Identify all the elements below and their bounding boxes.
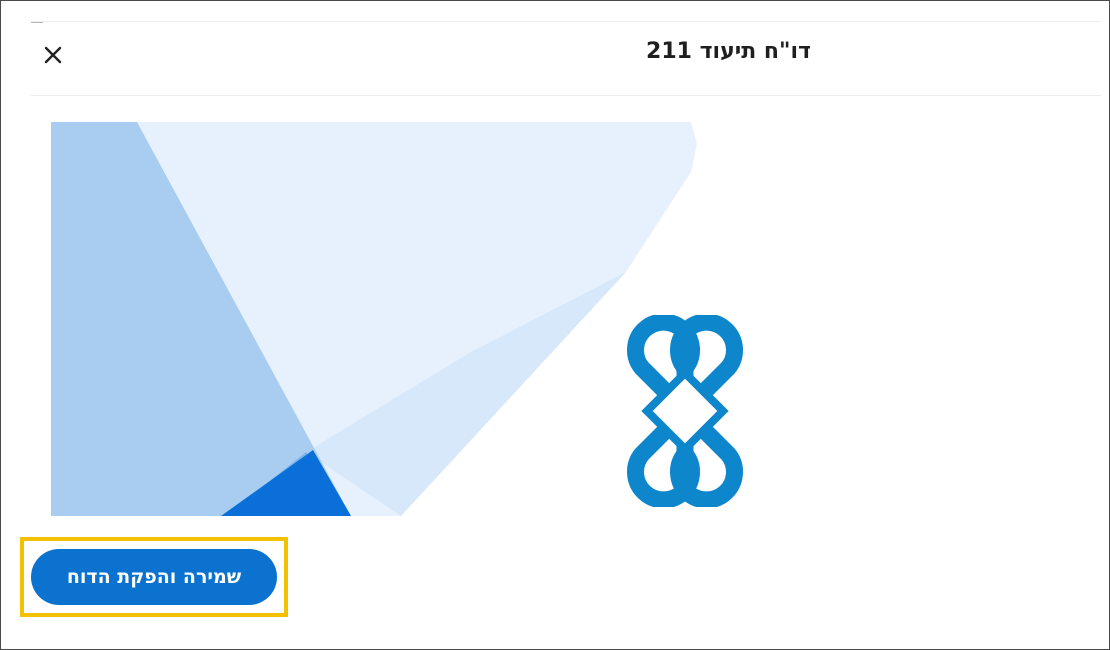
dialog-header: דו"ח תיעוד 211 xyxy=(31,23,1101,96)
report-dialog: דו"ח תיעוד 211 שמירה והפקת הדוח xyxy=(0,0,1110,650)
dialog-title: דו"ח תיעוד 211 xyxy=(646,39,811,64)
save-and-generate-report-button[interactable]: שמירה והפקת הדוח xyxy=(31,549,277,605)
close-button[interactable] xyxy=(39,41,67,69)
top-divider xyxy=(31,21,1101,22)
close-icon xyxy=(44,46,62,64)
brand-logo xyxy=(589,315,781,507)
interlocking-loops-logo-icon xyxy=(627,315,743,507)
